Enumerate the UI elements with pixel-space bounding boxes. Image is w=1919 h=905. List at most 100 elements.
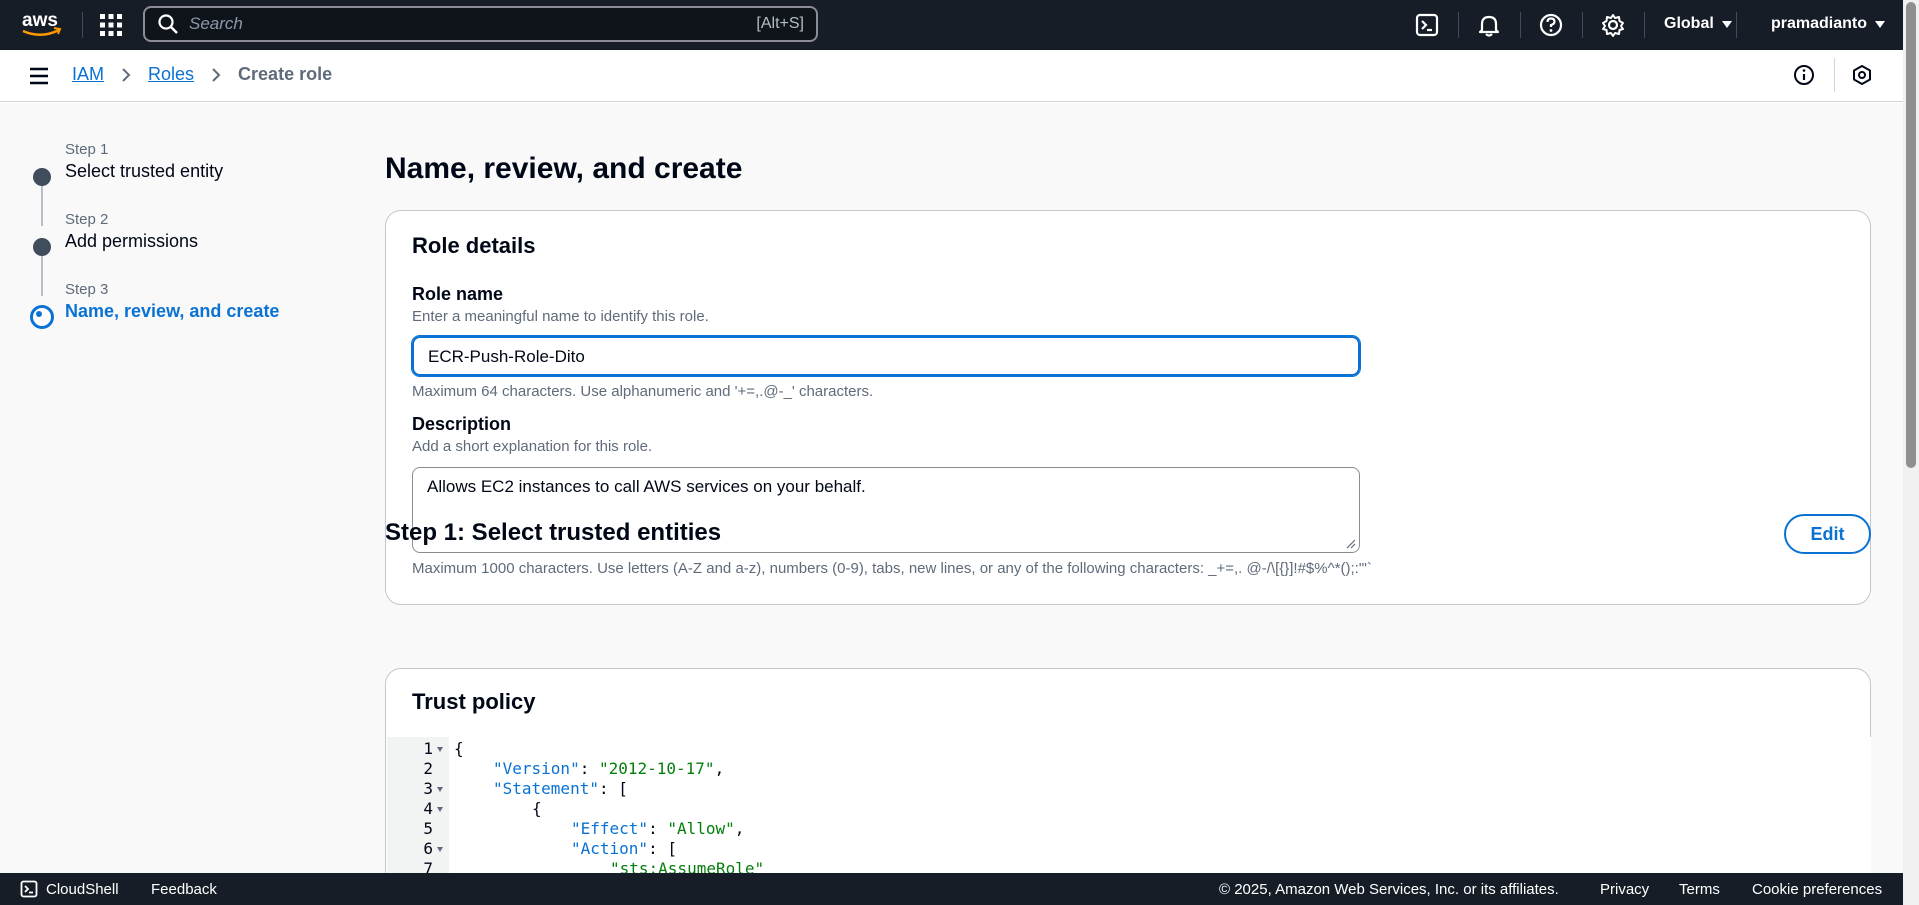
json-punctuation: { [532,799,542,818]
step-title: Name, review, and create [65,301,280,321]
step-label: Step 3 [65,281,109,298]
svg-text:aws: aws [22,10,58,31]
role-details-heading: Role details [412,233,536,258]
step-2-indicator [33,238,51,256]
step-3-indicator [30,305,54,329]
step-label: Step 1 [65,141,109,158]
help-icon[interactable] [1538,12,1564,38]
aws-logo-icon[interactable]: aws [20,8,62,40]
nav-divider [82,12,83,38]
json-key: "Effect" [571,819,649,838]
page-title: Name, review, and create [385,152,743,185]
json-key: "Action" [571,839,649,858]
privacy-link[interactable]: Privacy [1600,881,1649,898]
search-icon [158,14,178,34]
breadcrumb-iam[interactable]: IAM [72,64,104,85]
line-number: 3 [423,779,433,798]
cloudshell-icon[interactable] [1414,12,1440,38]
region-selector[interactable]: Global [1664,15,1732,33]
line-number: 5 [423,819,433,838]
header-divider [1834,58,1835,92]
caret-down-icon [1721,20,1732,28]
nav-divider [1736,12,1737,38]
step-title: Select trusted entity [65,161,224,181]
resize-handle-icon[interactable] [1346,539,1356,549]
role-name-description: Enter a meaningful name to identify this… [412,308,709,325]
breadcrumb-roles[interactable]: Roles [148,64,194,85]
caret-down-icon [1875,20,1886,28]
copyright-text: © 2025, Amazon Web Services, Inc. or its… [1219,881,1559,898]
trust-policy-card: Trust policy 1 {2 "Version": "2012-10-17",… [385,668,1871,898]
role-name-constraint: Maximum 64 characters. Use alphanumeric … [412,383,874,400]
settings-icon[interactable] [1600,12,1626,38]
line-number: 1 [423,739,433,758]
terms-link[interactable]: Terms [1679,881,1720,898]
description-label: Description [412,414,512,434]
search-shortcut: [Alt+S] [756,15,804,32]
json-key: "Statement" [493,779,599,798]
chevron-right-icon [212,67,221,82]
cloudshell-icon [20,880,38,898]
global-search-input[interactable]: Search [Alt+S] [143,6,818,42]
fold-toggle-icon[interactable] [437,807,443,812]
json-punctuation: , [734,819,745,838]
top-navigation: aws Search [Alt+S] Global pramadianto [0,0,1903,50]
breadcrumb-bar: IAM Roles Create role [0,50,1903,102]
page-scrollbar[interactable] [1903,0,1919,905]
account-name: pramadianto [1771,15,1868,32]
info-icon[interactable] [1793,64,1815,86]
step-title: Add permissions [65,231,199,251]
fold-toggle-icon[interactable] [437,787,443,792]
step-2[interactable]: Step 2 Add permissions [65,211,198,252]
role-name-label: Role name [412,284,504,304]
region-label: Global [1664,15,1714,32]
trust-policy-heading: Trust policy [412,689,536,714]
code-text: "Statement": [ [493,779,628,799]
code-text: "Action": [ [571,839,677,859]
json-string: "Allow" [667,819,735,838]
nav-divider [1458,12,1459,38]
search-placeholder: Search [189,14,243,33]
security-panel-icon[interactable] [1851,64,1873,86]
nav-divider [1644,12,1645,38]
step-connector [41,256,43,296]
code-text: { [454,739,464,759]
bell-icon[interactable] [1476,12,1502,38]
nav-divider [1520,12,1521,38]
menu-icon[interactable] [28,66,50,86]
json-punctuation: : [648,819,668,838]
chevron-right-icon [122,67,131,82]
trusted-entities-section-title: Step 1: Select trusted entities [385,519,722,546]
json-punctuation: { [454,739,464,758]
scrollbar-thumb[interactable] [1906,2,1916,468]
step-label: Step 2 [65,211,109,228]
apps-grid-icon[interactable] [99,13,123,37]
description-hint: Add a short explanation for this role. [412,438,653,455]
fold-toggle-icon[interactable] [437,747,443,752]
cloudshell-link[interactable]: CloudShell [46,881,119,898]
step-3: Step 3 Name, review, and create [65,281,279,322]
line-number: 6 [423,839,433,858]
line-number: 4 [423,799,433,818]
breadcrumb-current: Create role [238,64,333,84]
feedback-link[interactable]: Feedback [151,881,217,898]
code-text: "Effect": "Allow", [571,819,744,839]
nav-divider [1582,12,1583,38]
account-menu[interactable]: pramadianto [1771,15,1886,33]
footer: CloudShell Feedback © 2025, Amazon Web S… [0,873,1903,905]
step-connector [41,186,43,226]
cookie-preferences-link[interactable]: Cookie preferences [1752,881,1882,898]
code-text: { [532,799,542,819]
json-key: "Version" [493,759,580,778]
json-punctuation: : [ [648,839,677,858]
edit-trusted-entities-button[interactable]: Edit [1784,514,1871,554]
breadcrumb: IAM Roles Create role [72,64,332,85]
json-punctuation: , [714,759,725,778]
json-punctuation: : [ [598,779,628,798]
description-constraint: Maximum 1000 characters. Use letters (A-… [412,560,1372,577]
step-1[interactable]: Step 1 Select trusted entity [65,141,223,182]
role-name-input[interactable]: ECR-Push-Role-Dito [412,336,1360,376]
fold-toggle-icon[interactable] [437,847,443,852]
step-1-indicator [33,168,51,186]
description-value: Allows EC2 instances to call AWS service… [427,477,866,496]
